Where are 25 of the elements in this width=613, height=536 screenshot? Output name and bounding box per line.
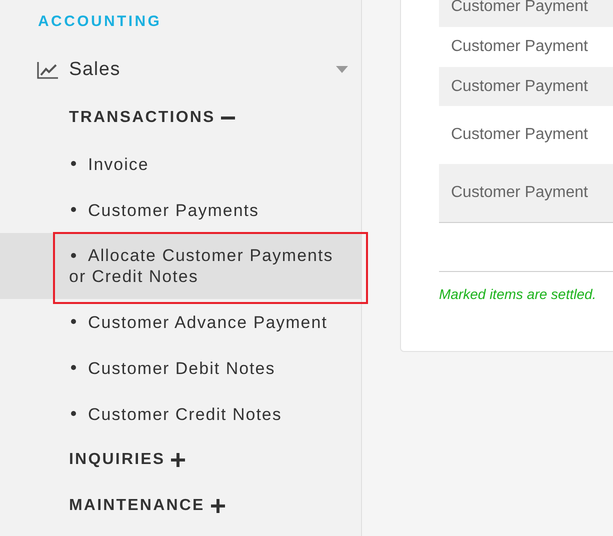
- table-cell-text: Customer Payment: [450, 37, 589, 57]
- table-cell: Customer Payment: [439, 67, 613, 106]
- bullet-icon: [71, 365, 76, 370]
- sidebar-link[interactable]: Customer Credit Notes: [0, 391, 361, 437]
- line-chart-icon: [37, 61, 59, 79]
- bullet-icon: [71, 161, 76, 166]
- section-toggle[interactable]: INQUIRIES: [69, 437, 186, 483]
- sidebar-link[interactable]: Customer Advance Payment: [0, 299, 361, 345]
- bullet-icon: [71, 411, 76, 416]
- settled-note: Marked items are settled.: [439, 286, 598, 302]
- section-toggle[interactable]: MAINTENANCE: [69, 483, 225, 529]
- module-heading: ACCOUNTING: [38, 12, 162, 32]
- sidebar-link[interactable]: Customer Debit Notes: [0, 345, 361, 391]
- table-cell: Customer Payment: [439, 164, 613, 222]
- bullet-icon: [71, 207, 76, 212]
- sales-menu[interactable]: Sales: [37, 59, 348, 81]
- plus-icon: [210, 499, 225, 513]
- bullet-icon: [71, 252, 76, 258]
- table-cell-text: Customer Payment: [450, 125, 589, 145]
- plus-icon: [171, 453, 186, 467]
- bullet-icon: [71, 319, 76, 324]
- section-toggle[interactable]: TRANSACTIONS: [69, 95, 236, 141]
- table-cell: Customer Payment: [439, 0, 613, 27]
- sidebar-link[interactable]: Invoice: [0, 141, 361, 187]
- sidebar-link[interactable]: Customer Payments: [0, 187, 361, 233]
